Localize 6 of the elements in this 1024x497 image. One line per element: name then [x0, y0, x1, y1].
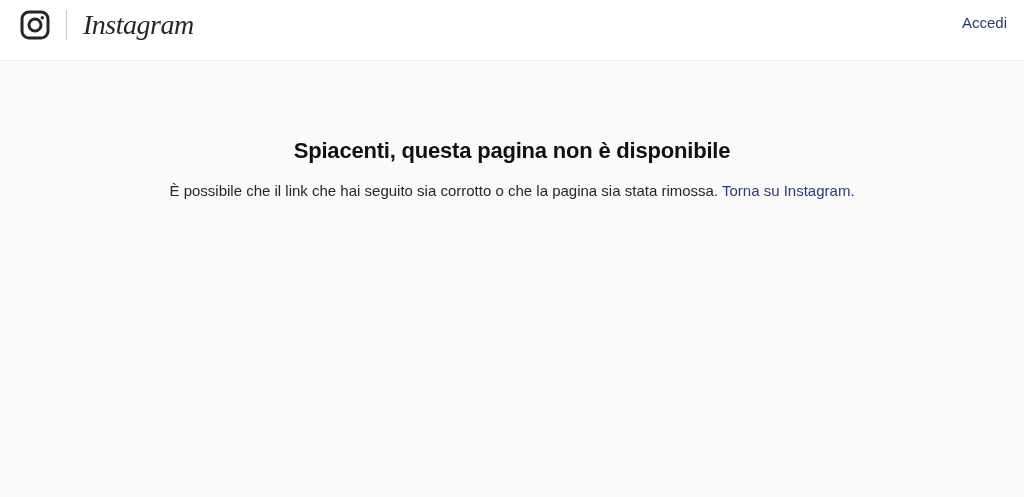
error-title: Spiacenti, questa pagina non è disponibile: [293, 138, 731, 164]
login-link[interactable]: Accedi: [961, 13, 1007, 31]
back-link[interactable]: Torna su Instagram.: [722, 182, 855, 199]
camera-logo-icon[interactable]: [20, 10, 50, 40]
wordmark-link[interactable]: Instagram: [83, 9, 194, 41]
error-message: È possibile che il link che hai seguito sia corrotto o che la pagina sia stata rimossa. Torna su Instagram.: [169, 182, 855, 199]
